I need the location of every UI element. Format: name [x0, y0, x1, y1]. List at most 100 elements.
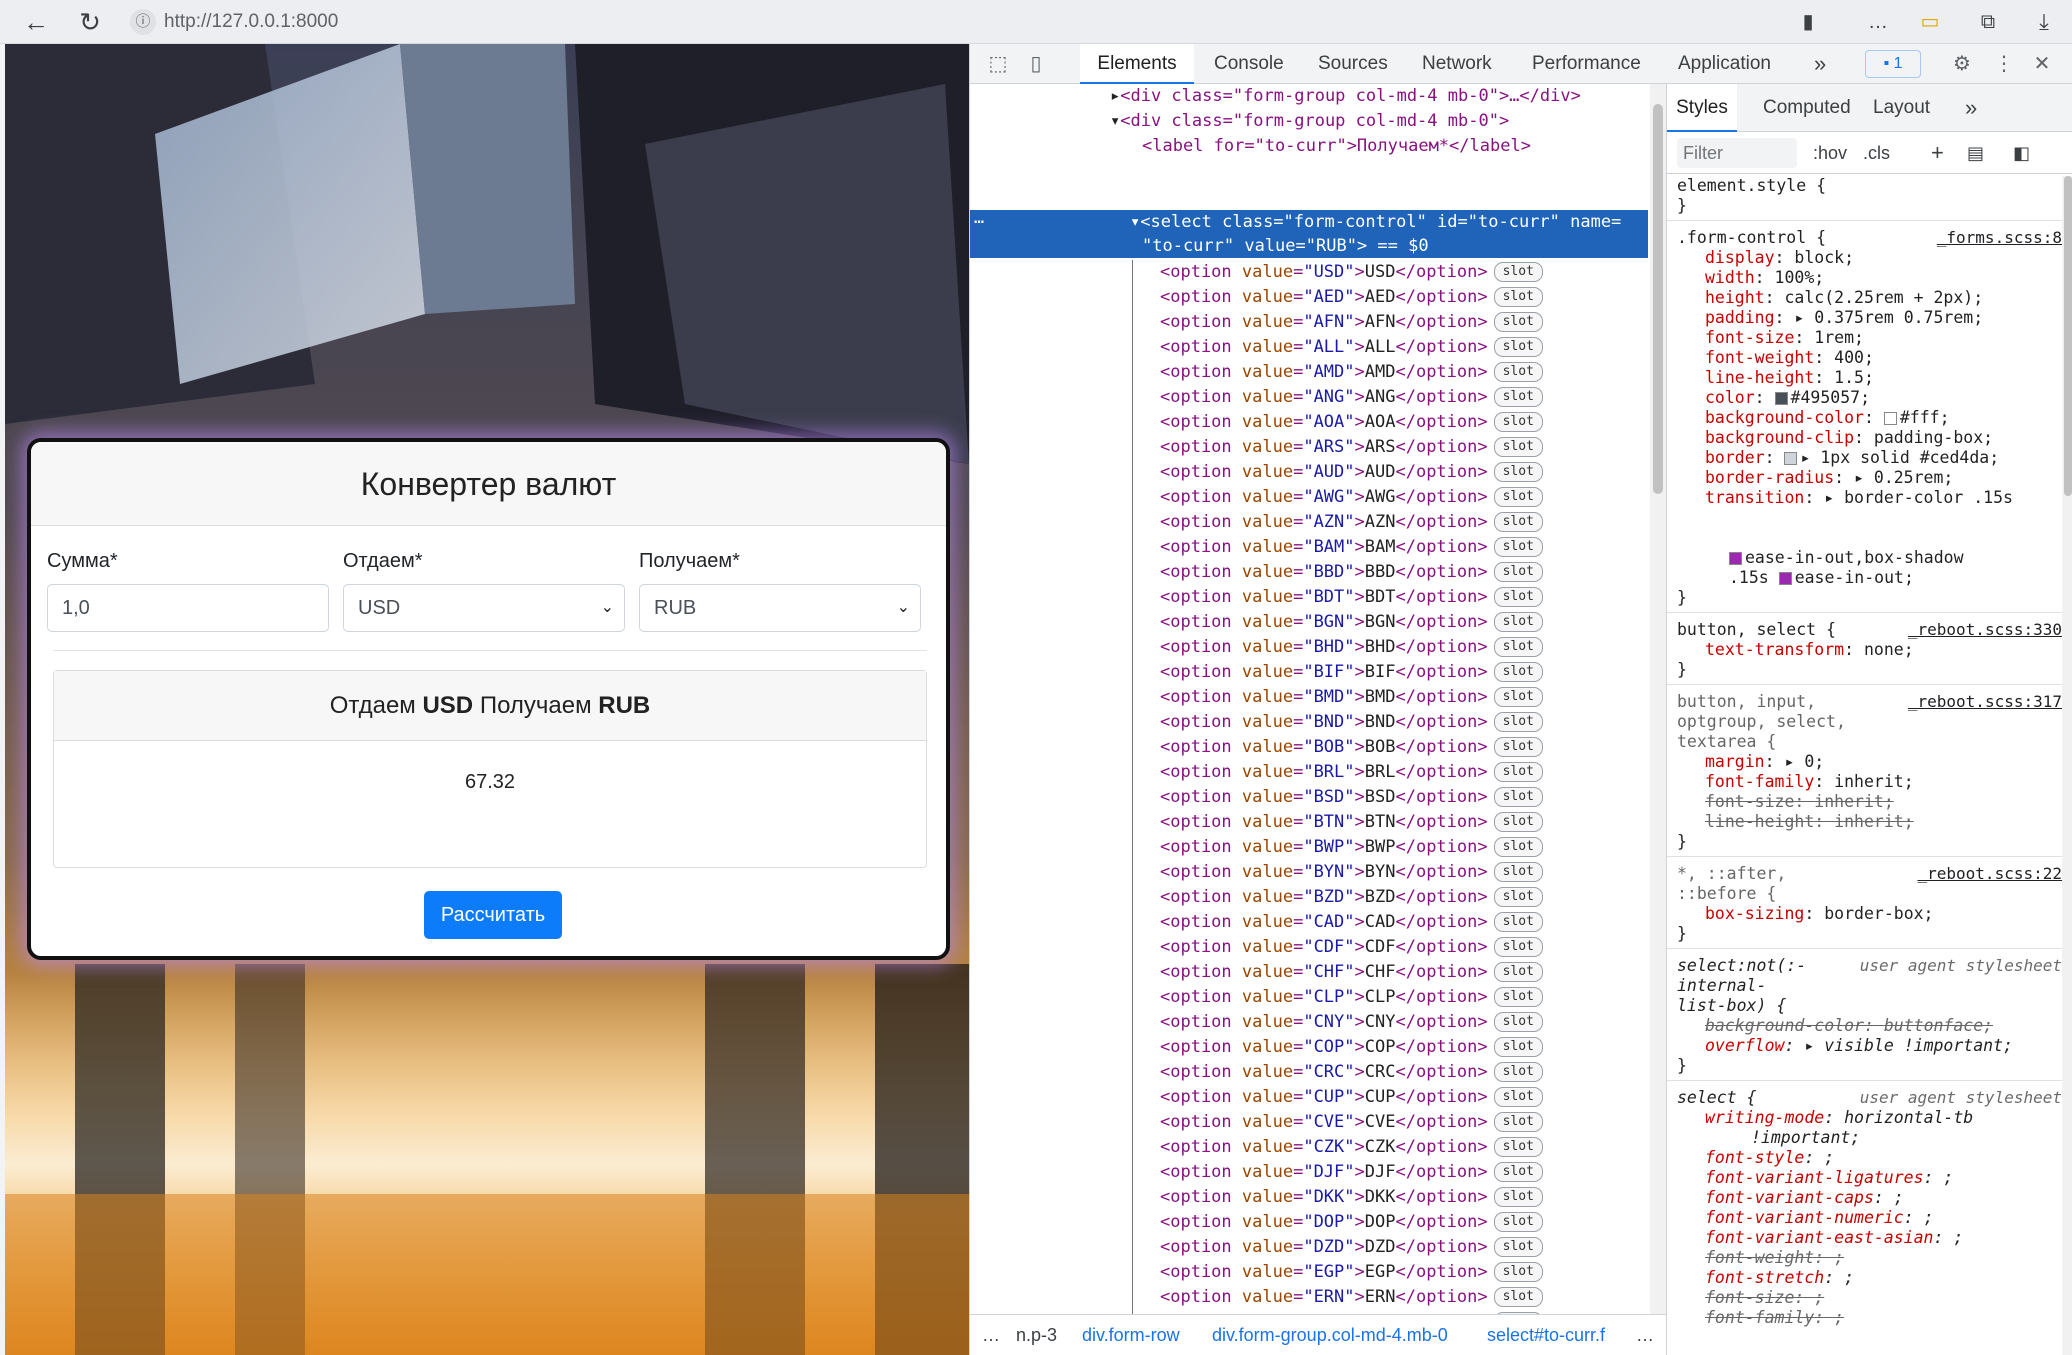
slot-badge[interactable]: slot	[1493, 337, 1543, 357]
tab-console[interactable]: Console	[1214, 44, 1284, 84]
tree-node-option[interactable]: <option value="BAM">BAM</option> slot	[1160, 535, 1543, 559]
slot-badge[interactable]: slot	[1493, 1062, 1543, 1082]
slot-badge[interactable]: slot	[1493, 1137, 1543, 1157]
tree-node-option[interactable]: <option value="CVE">CVE</option> slot	[1160, 1110, 1543, 1134]
style-prop[interactable]: transition: ▸ border-color .15s	[1705, 488, 2013, 508]
rule-selector[interactable]: select:not(:-	[1677, 956, 1806, 976]
tab-styles[interactable]: Styles	[1667, 84, 1737, 132]
rule-selector[interactable]: *, ::after,	[1677, 864, 1786, 884]
color-swatch-icon[interactable]	[1883, 412, 1897, 425]
breadcrumb-item-active[interactable]: select#to-curr.f	[1487, 1315, 1605, 1355]
slot-badge[interactable]: slot	[1493, 637, 1543, 657]
tree-node-option[interactable]: <option value="BZD">BZD</option> slot	[1160, 885, 1543, 909]
back-arrow-icon[interactable]: ←	[18, 4, 54, 40]
style-prop[interactable]: font-style: ;	[1705, 1148, 1834, 1168]
breadcrumb-item[interactable]: div.form-row	[1082, 1315, 1180, 1355]
tree-node-option[interactable]: <option value="AOA">AOA</option> slot	[1160, 410, 1543, 434]
tab-sources[interactable]: Sources	[1318, 44, 1388, 84]
slot-badge[interactable]: slot	[1493, 687, 1543, 707]
slot-badge[interactable]: slot	[1493, 362, 1543, 382]
rule-source-link[interactable]: _reboot.scss:330	[1908, 620, 2062, 639]
rule-source-link[interactable]: _forms.scss:8	[1937, 228, 2062, 247]
slot-badge[interactable]: slot	[1493, 962, 1543, 982]
issues-badge[interactable]: ▪ 1	[1865, 50, 1921, 78]
slot-badge[interactable]: slot	[1493, 912, 1543, 932]
breadcrumb-item[interactable]: n.p-3	[1016, 1315, 1057, 1355]
tab-elements[interactable]: Elements	[1080, 44, 1194, 84]
tree-node-option[interactable]: <option value="ALL">ALL</option> slot	[1160, 335, 1543, 359]
tree-node-option[interactable]: <option value="BDT">BDT</option> slot	[1160, 585, 1543, 609]
slot-badge[interactable]: slot	[1493, 537, 1543, 557]
slot-badge[interactable]: slot	[1493, 762, 1543, 782]
slot-badge[interactable]: slot	[1493, 1212, 1543, 1232]
slot-badge[interactable]: slot	[1493, 787, 1543, 807]
tree-node-option[interactable]: <option value="EGP">EGP</option> slot	[1160, 1260, 1543, 1284]
slot-badge[interactable]: slot	[1493, 737, 1543, 757]
slot-badge[interactable]: slot	[1493, 887, 1543, 907]
style-prop[interactable]: padding: ▸ 0.375rem 0.75rem;	[1705, 308, 1983, 328]
selected-tree-node[interactable]: ⋯ ▾<select class="form-control" id="to-c…	[970, 210, 1648, 258]
scroll-thumb[interactable]	[1653, 104, 1663, 494]
color-swatch-icon[interactable]	[1774, 392, 1788, 405]
slot-badge[interactable]: slot	[1493, 812, 1543, 832]
slot-badge[interactable]: slot	[1493, 1287, 1543, 1307]
style-prop[interactable]: width: 100%;	[1705, 268, 1824, 288]
calculate-button[interactable]: Рассчитать	[424, 891, 562, 939]
hov-toggle[interactable]: :hov	[1813, 138, 1847, 168]
tab-network[interactable]: Network	[1422, 44, 1492, 84]
tree-node-option[interactable]: <option value="CZK">CZK</option> slot	[1160, 1135, 1543, 1159]
rule-selector[interactable]: button, select {	[1677, 620, 1836, 640]
tree-node-option[interactable]: <option value="DZD">DZD</option> slot	[1160, 1235, 1543, 1259]
reload-icon[interactable]: ↻	[72, 4, 108, 40]
more-tabs-icon[interactable]: »	[1965, 84, 1977, 132]
style-prop[interactable]: writing-mode: horizontal-tb	[1705, 1108, 1973, 1128]
style-prop[interactable]: font-variant-ligatures: ;	[1705, 1168, 1953, 1188]
tree-node-option[interactable]: <option value="CRC">CRC</option> slot	[1160, 1060, 1543, 1084]
from-currency-select[interactable]: USD ⌄	[343, 584, 625, 632]
style-prop[interactable]: line-height: 1.5;	[1705, 368, 1874, 388]
tree-node-option[interactable]: <option value="AMD">AMD</option> slot	[1160, 360, 1543, 384]
tree-node-option[interactable]: <option value="ERN">ERN</option> slot	[1160, 1285, 1543, 1309]
slot-badge[interactable]: slot	[1493, 1187, 1543, 1207]
tree-node-option[interactable]: <option value="CNY">CNY</option> slot	[1160, 1010, 1543, 1034]
tree-node-option[interactable]: <option value="BIF">BIF</option> slot	[1160, 660, 1543, 684]
slot-badge[interactable]: slot	[1493, 387, 1543, 407]
style-prop-overridden[interactable]: background-color: buttonface;	[1705, 1016, 1993, 1036]
tree-node-option[interactable]: <option value="BOB">BOB</option> slot	[1160, 735, 1543, 759]
tree-node-expanded[interactable]: ▾<div class="form-group col-md-4 mb-0">	[1110, 109, 1509, 133]
tree-node-option[interactable]: <option value="ARS">ARS</option> slot	[1160, 435, 1543, 459]
slot-badge[interactable]: slot	[1493, 512, 1543, 532]
new-rule-icon[interactable]: +	[1931, 138, 1944, 168]
style-prop[interactable]: margin: ▸ 0;	[1705, 752, 1824, 772]
to-currency-select[interactable]: RUB ⌄	[639, 584, 921, 632]
slot-badge[interactable]: slot	[1493, 1012, 1543, 1032]
styles-scrollbar[interactable]	[2062, 176, 2072, 1355]
slot-badge[interactable]: slot	[1493, 612, 1543, 632]
style-prop[interactable]: background-color: #fff;	[1705, 408, 1950, 428]
rule-selector[interactable]: button, input,	[1677, 692, 1816, 712]
slot-badge[interactable]: slot	[1493, 937, 1543, 957]
more-tabs-icon[interactable]: »	[1814, 44, 1826, 84]
tree-node-option[interactable]: <option value="AFN">AFN</option> slot	[1160, 310, 1543, 334]
slot-badge[interactable]: slot	[1493, 1112, 1543, 1132]
rule-source-link[interactable]: _reboot.scss:22	[1918, 864, 2063, 883]
style-prop[interactable]: background-clip: padding-box;	[1705, 428, 1993, 448]
tree-node-option[interactable]: <option value="BWP">BWP</option> slot	[1160, 835, 1543, 859]
tree-node-option[interactable]: <option value="CDF">CDF</option> slot	[1160, 935, 1543, 959]
slot-badge[interactable]: slot	[1493, 987, 1543, 1007]
style-prop[interactable]: font-variant-east-asian: ;	[1705, 1228, 1963, 1248]
slot-badge[interactable]: slot	[1493, 862, 1543, 882]
tree-node-option[interactable]: <option value="CHF">CHF</option> slot	[1160, 960, 1543, 984]
style-prop[interactable]: display: block;	[1705, 248, 1854, 268]
style-prop[interactable]: !important;	[1751, 1128, 1860, 1148]
slot-badge[interactable]: slot	[1493, 262, 1543, 282]
tree-node-collapsed[interactable]: ▸<div class="form-group col-md-4 mb-0">……	[1110, 84, 1581, 108]
dom-tree[interactable]: ▸<div class="form-group col-md-4 mb-0">……	[970, 84, 1650, 1355]
slot-badge[interactable]: slot	[1493, 1237, 1543, 1257]
rule-source-link[interactable]: _reboot.scss:317	[1908, 692, 2062, 711]
paint-icon[interactable]: ▤	[1967, 138, 1984, 168]
slot-badge[interactable]: slot	[1493, 462, 1543, 482]
tree-node-option[interactable]: <option value="BND">BND</option> slot	[1160, 710, 1543, 734]
tree-node-option[interactable]: <option value="BMD">BMD</option> slot	[1160, 685, 1543, 709]
device-toolbar-icon[interactable]: ▯	[1022, 50, 1050, 78]
